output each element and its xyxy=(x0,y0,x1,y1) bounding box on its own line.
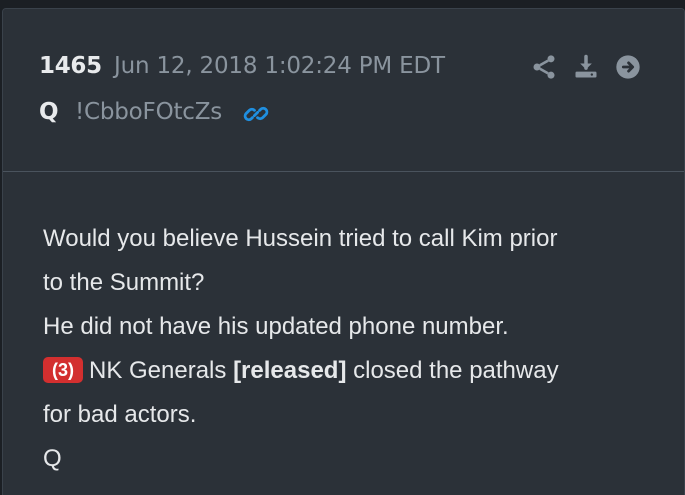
download-icon[interactable] xyxy=(572,53,600,81)
message-line-1: Would you believe Hussein tried to call … xyxy=(43,225,558,252)
post-header: 1465 Jun 12, 2018 1:02:24 PM EDT Q !Cbbo… xyxy=(3,9,684,171)
header-divider xyxy=(3,171,684,172)
message-signature: Q xyxy=(43,445,62,472)
message-line-2: to the Summit? xyxy=(43,269,205,296)
post-number: 1465 xyxy=(39,53,102,79)
link-icon[interactable] xyxy=(243,101,269,127)
post-tripcode: !CbboFOtcZs xyxy=(75,99,223,125)
message-line-4-prefix: NK Generals xyxy=(89,357,234,384)
post-author: Q xyxy=(39,99,59,125)
post-actions xyxy=(530,53,645,83)
message-line-4: (3) NK Generals [released] closed the pat… xyxy=(43,349,663,393)
message-line-3: He did not have his updated phone number… xyxy=(43,313,509,340)
post-timestamp: Jun 12, 2018 1:02:24 PM EDT xyxy=(114,53,445,79)
message-line-4-suffix: closed the pathway xyxy=(346,357,559,384)
message-line-5: for bad actors. xyxy=(43,401,197,428)
reference-badge[interactable]: (3) xyxy=(43,356,83,383)
post-message: Would you believe Hussein tried to call … xyxy=(43,217,663,481)
post-card: 1465 Jun 12, 2018 1:02:24 PM EDT Q !Cbbo… xyxy=(2,8,685,495)
arrow-right-circle-icon[interactable] xyxy=(614,53,642,81)
share-icon[interactable] xyxy=(530,53,558,81)
message-line-4-bold: [released] xyxy=(233,357,347,384)
